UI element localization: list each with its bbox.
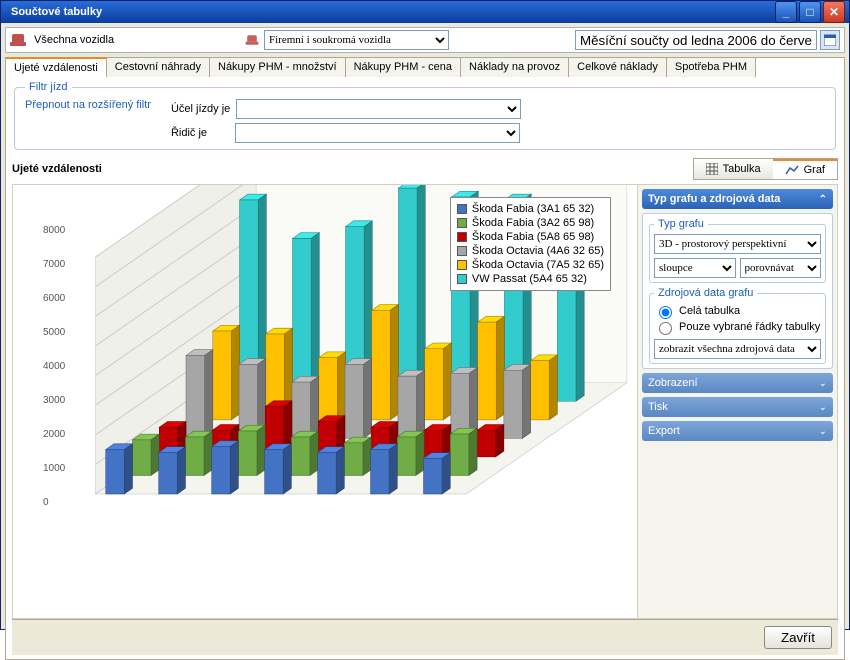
app-window: Součtové tabulky _ □ ✕ Všechna vozidla F… xyxy=(0,0,850,630)
tab-0[interactable]: Ujeté vzdálenosti xyxy=(6,57,107,77)
section-title: Ujeté vzdálenosti xyxy=(12,163,102,175)
legend-item: Škoda Fabia (5A8 65 98) xyxy=(457,230,604,244)
view-tab-graph[interactable]: Graf xyxy=(773,159,837,179)
chart-pane: 800070006000500040003000200010000 Škoda … xyxy=(13,185,631,618)
tab-4[interactable]: Náklady na provoz xyxy=(461,58,569,77)
chevron-down-icon: ⌄ xyxy=(819,426,827,437)
accordion-print-label: Tisk xyxy=(648,401,668,413)
source-show-select[interactable]: zobrazit všechna zdrojová data xyxy=(654,339,821,359)
trip-filter-group: Filtr jízd Přepnout na rozšířený filtr Ú… xyxy=(14,81,836,150)
chart-line-icon xyxy=(785,164,799,176)
source-data-legend: Zdrojová data grafu xyxy=(654,287,757,299)
accordion-export-label: Export xyxy=(648,425,680,437)
vehicle-filter-select[interactable]: Firemní i soukromá vozidla xyxy=(264,30,449,50)
minimize-button[interactable]: _ xyxy=(775,1,797,23)
radio-whole-table[interactable]: Celá tabulka xyxy=(654,303,821,319)
content-area: Ujeté vzdálenostiCestovní náhradyNákupy … xyxy=(5,57,845,660)
accordion-display-label: Zobrazení xyxy=(648,377,698,389)
chart-compare-select[interactable]: porovnávat xyxy=(740,258,822,278)
accordion-print[interactable]: Tisk ⌄ xyxy=(642,397,833,417)
car-icon xyxy=(246,35,259,45)
table-icon xyxy=(706,163,718,175)
chart-legend: Škoda Fabia (3A1 65 32)Škoda Fabia (3A2 … xyxy=(450,197,611,291)
title-bar: Součtové tabulky _ □ ✕ xyxy=(1,1,849,23)
chart-type-group: Typ grafu 3D - prostorový perspektivní s… xyxy=(649,218,826,283)
driver-label: Řidič je xyxy=(171,127,207,139)
vehicle-scope-selector[interactable]: Všechna vozidla xyxy=(10,34,240,46)
filter-legend: Filtr jízd xyxy=(25,81,72,93)
driver-select[interactable] xyxy=(235,123,520,143)
y-axis-ticks: 800070006000500040003000200010000 xyxy=(43,225,65,508)
trip-purpose-select[interactable] xyxy=(236,99,521,119)
view-tab-graph-label: Graf xyxy=(804,164,825,176)
close-window-button[interactable]: ✕ xyxy=(823,1,845,23)
radio-selected-rows[interactable]: Pouze vybrané řádky tabulky xyxy=(654,319,821,335)
legend-item: Škoda Fabia (3A1 65 32) xyxy=(457,202,604,216)
radio-whole-table-input[interactable] xyxy=(659,306,672,319)
tab-body: Filtr jízd Přepnout na rozšířený filtr Ú… xyxy=(5,77,845,660)
accordion-display[interactable]: Zobrazení ⌄ xyxy=(642,373,833,393)
extended-filter-link[interactable]: Přepnout na rozšířený filtr xyxy=(25,99,151,143)
radio-selected-rows-input[interactable] xyxy=(659,322,672,335)
chevron-down-icon: ⌄ xyxy=(819,402,827,413)
period-selector xyxy=(575,30,840,50)
legend-item: Škoda Octavia (7A5 32 65) xyxy=(457,258,604,272)
view-tab-table[interactable]: Tabulka xyxy=(694,159,773,179)
period-input[interactable] xyxy=(575,30,817,50)
legend-item: Škoda Octavia (4A6 32 65) xyxy=(457,244,604,258)
accordion-type-data[interactable]: Typ grafu a zdrojová data ⌃ xyxy=(642,189,833,209)
chevron-up-icon: ⌃ xyxy=(819,194,827,205)
main-split: 800070006000500040003000200010000 Škoda … xyxy=(12,184,838,619)
tab-bar: Ujeté vzdálenostiCestovní náhradyNákupy … xyxy=(5,57,845,77)
radio-whole-table-label: Celá tabulka xyxy=(679,305,740,317)
tab-3[interactable]: Nákupy PHM - cena xyxy=(346,58,461,77)
side-panel: Typ grafu a zdrojová data ⌃ Typ grafu 3D… xyxy=(637,185,837,618)
view-tab-table-label: Tabulka xyxy=(723,163,761,175)
view-switcher: Tabulka Graf xyxy=(693,158,838,180)
main-toolbar: Všechna vozidla Firemní i soukromá vozid… xyxy=(5,27,845,53)
accordion-type-data-label: Typ grafu a zdrojová data xyxy=(648,193,780,205)
tab-2[interactable]: Nákupy PHM - množství xyxy=(210,58,346,77)
legend-item: VW Passat (5A4 65 32) xyxy=(457,272,604,286)
trip-purpose-label: Účel jízdy je xyxy=(171,103,230,115)
chart-shape-select[interactable]: sloupce xyxy=(654,258,736,278)
radio-selected-rows-label: Pouze vybrané řádky tabulky xyxy=(679,321,820,333)
dialog-footer: Zavřít xyxy=(12,619,838,655)
source-data-group: Zdrojová data grafu Celá tabulka Pouze v… xyxy=(649,287,826,364)
legend-item: Škoda Fabia (3A2 65 98) xyxy=(457,216,604,230)
maximize-button[interactable]: □ xyxy=(799,1,821,23)
vehicle-scope-label: Všechna vozidla xyxy=(30,34,118,46)
close-button[interactable]: Zavřít xyxy=(764,626,832,649)
window-title: Součtové tabulky xyxy=(5,6,773,18)
tab-6[interactable]: Spotřeba PHM xyxy=(667,58,756,77)
tab-1[interactable]: Cestovní náhrady xyxy=(107,58,210,77)
car-icon xyxy=(10,34,26,46)
tab-5[interactable]: Celkové náklady xyxy=(569,58,667,77)
accordion-export[interactable]: Export ⌄ xyxy=(642,421,833,441)
accordion-type-data-body: Typ grafu 3D - prostorový perspektivní s… xyxy=(642,213,833,369)
section-header-row: Ujeté vzdálenosti Tabulka Graf xyxy=(12,158,838,180)
chart-projection-select[interactable]: 3D - prostorový perspektivní xyxy=(654,234,821,254)
calendar-icon[interactable] xyxy=(820,30,840,50)
chart-type-legend: Typ grafu xyxy=(654,218,708,230)
chevron-down-icon: ⌄ xyxy=(819,378,827,389)
